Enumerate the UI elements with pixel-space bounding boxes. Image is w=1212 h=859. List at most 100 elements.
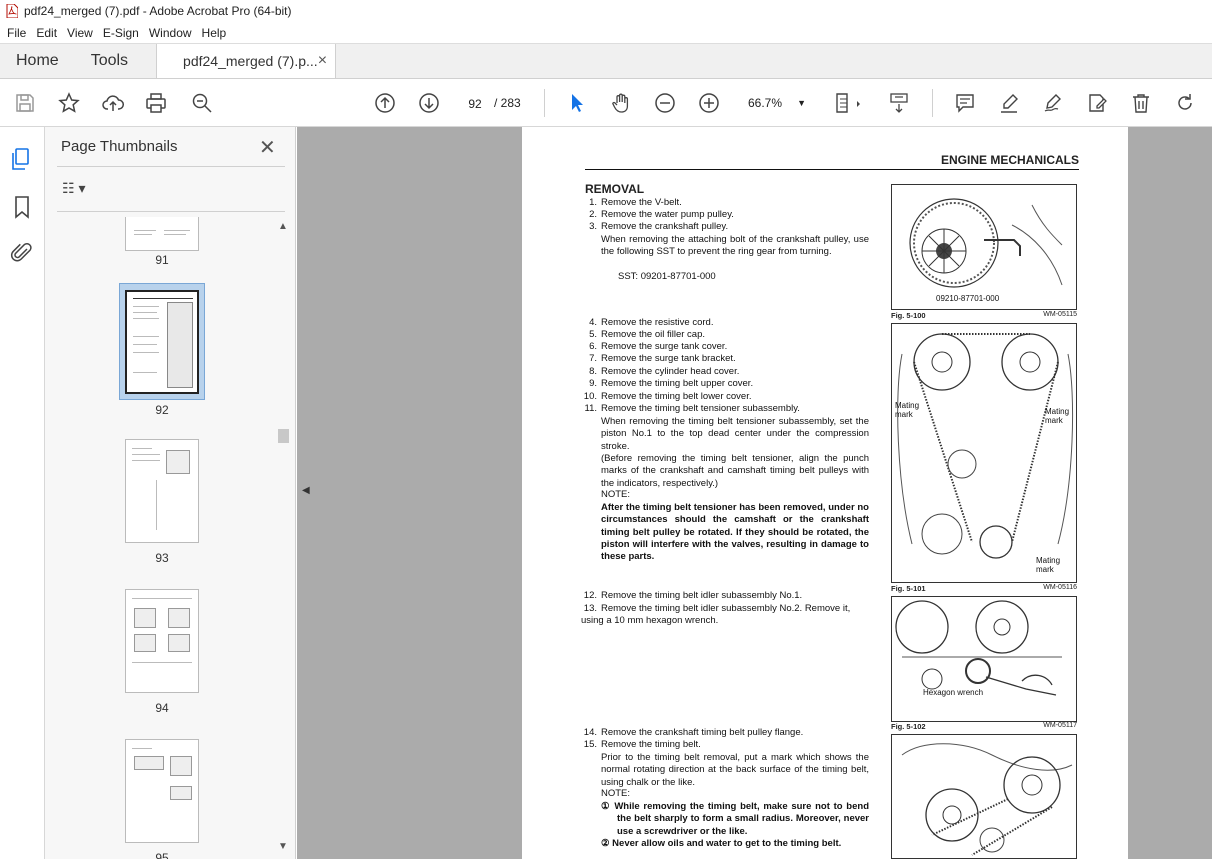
previous-page-icon[interactable] [372,90,398,116]
bookmark-star-icon[interactable] [56,90,82,116]
scroll-mode-icon[interactable] [886,90,912,116]
delete-trash-icon[interactable] [1128,90,1154,116]
page-number-input[interactable]: 92 [460,92,490,114]
instruction-text: (Before removing the timing belt tension… [601,453,869,489]
instruction-text: Prior to the timing belt removal, put a … [601,752,869,788]
menu-window[interactable]: Window [144,26,197,40]
sign-pen-icon[interactable] [1040,90,1066,116]
step-item: 8. Remove the cylinder head cover. [589,366,740,377]
select-cursor-icon[interactable] [564,90,590,116]
figure-caption: Fig. 5-100 WM-05115 [891,311,1077,320]
rotate-icon[interactable] [1172,90,1198,116]
figure-caption: Fig. 5-102 WM-05117 [891,722,1077,731]
thumbnail-page[interactable] [125,217,199,251]
figure-caption: Fig. 5-101 WM-05116 [891,584,1077,593]
zoom-in-icon[interactable] [696,90,722,116]
edit-pdf-icon[interactable] [1084,90,1110,116]
attachment-icon[interactable] [10,241,34,265]
thumbnail-label: 93 [155,551,169,565]
thumbnail-label: 95 [155,851,169,859]
print-icon[interactable] [143,90,169,116]
scroll-down-icon[interactable]: ▼ [278,841,288,852]
collapse-panel-icon[interactable]: ◀ [302,485,310,496]
step-item: 2. Remove the water pump pulley. [589,209,734,220]
list-options-icon: ☷ ▾ [62,180,86,196]
figure-label: Mating mark [1045,407,1070,425]
document-viewer[interactable]: ◀ ENGINE MECHANICALS REMOVAL 1. Remove th… [297,127,1212,859]
toolbar-divider [544,89,545,117]
instruction-text: When removing the timing belt tensioner … [601,416,869,452]
step-item: 3. Remove the crankshaft pulley. [589,221,729,232]
note-text: After the timing belt tensioner has been… [601,502,869,563]
tab-document-label: pdf24_merged (7).p... [183,53,318,69]
figure-label: 09210-87701-000 [936,294,1000,303]
step-item: 15. Remove the timing belt. [583,739,701,750]
toolbar: 92 / 283 66.7% ▼ [0,79,1212,127]
highlight-pen-icon[interactable] [996,90,1022,116]
figure-label: Hexagon wrench [923,688,984,697]
hand-tool-icon[interactable] [608,90,634,116]
menu-edit[interactable]: Edit [31,26,62,40]
step-item: 10. Remove the timing belt lower cover. [583,391,752,402]
page-thumbnails-icon[interactable] [10,147,34,171]
title-bar: pdf24_merged (7).pdf - Adobe Acrobat Pro… [0,0,1212,22]
thumbnail-options-button[interactable]: ☷ ▾ [62,180,85,197]
window-title: pdf24_merged (7).pdf - Adobe Acrobat Pro… [24,4,292,18]
step-item: 1. Remove the V-belt. [589,197,682,208]
acrobat-icon [6,4,18,18]
menu-file[interactable]: File [2,26,31,40]
step-item: 14. Remove the crankshaft timing belt pul… [583,727,804,738]
thumbnail-label: 91 [155,253,169,267]
comment-icon[interactable] [952,90,978,116]
next-page-icon[interactable] [416,90,442,116]
menu-view[interactable]: View [62,26,98,40]
panel-divider [57,211,285,212]
figure-image [891,323,1077,583]
chevron-down-icon: ▼ [797,98,806,108]
page-header: ENGINE MECHANICALS [585,153,1079,170]
note-label: NOTE: [601,489,631,500]
zoom-out-icon[interactable] [652,90,678,116]
thumbnail-page[interactable] [125,439,199,543]
instruction-text: When removing the attaching bolt of the … [601,234,869,258]
save-icon[interactable] [12,90,38,116]
zoom-level-value: 66.7% [748,96,783,110]
upload-cloud-icon[interactable] [100,90,126,116]
thumbnail-label: 92 [155,403,169,417]
step-item: 13. Remove the timing belt idler subassem… [581,603,851,627]
step-item: 11. Remove the timing belt tensioner suba… [584,403,800,414]
tab-bar: Home Tools pdf24_merged (7).p... × [0,43,1212,79]
tab-home[interactable]: Home [0,44,75,78]
thumbnail-page[interactable] [125,739,199,843]
tab-tools[interactable]: Tools [75,44,144,78]
note-label: NOTE: [601,788,631,799]
scroll-up-icon[interactable]: ▲ [278,221,288,232]
step-item: 7. Remove the surge tank bracket. [589,353,736,364]
thumbnail-scrollbar[interactable]: ▲ ▼ [276,217,290,857]
tab-document[interactable]: pdf24_merged (7).p... × [156,44,337,78]
thumbnail-page-selected[interactable] [125,290,199,394]
step-item: 5. Remove the oil filler cap. [589,329,706,340]
thumbnail-page[interactable] [125,589,199,693]
thumbnail-label: 94 [155,701,169,715]
zoom-search-icon[interactable] [189,90,215,116]
close-tab-icon[interactable]: × [318,52,327,70]
zoom-level-select[interactable]: 66.7% ▼ [740,92,810,114]
scrollbar-thumb[interactable] [278,429,289,443]
section-title: REMOVAL [585,182,645,196]
thumbnail-list: 91 92 93 94 95 [45,217,275,859]
left-rail [0,127,45,859]
menu-help[interactable]: Help [197,26,232,40]
menu-esign[interactable]: E-Sign [98,26,144,40]
page-fit-icon[interactable] [832,90,866,116]
step-item: 4. Remove the resistive cord. [589,317,714,328]
close-panel-icon[interactable]: ✕ [259,135,276,160]
bookmark-icon[interactable] [10,195,34,219]
pdf-page: ENGINE MECHANICALS REMOVAL 1. Remove the … [522,127,1128,859]
toolbar-divider [932,89,933,117]
panel-divider [57,166,285,167]
step-item: 6. Remove the surge tank cover. [589,341,728,352]
thumbnails-panel: Page Thumbnails ✕ ☷ ▾ 91 92 93 94 95 ▲ ▼ [45,127,296,859]
step-item: 12. Remove the timing belt idler subassem… [583,590,803,601]
figure-label: Mating mark [1036,556,1061,574]
